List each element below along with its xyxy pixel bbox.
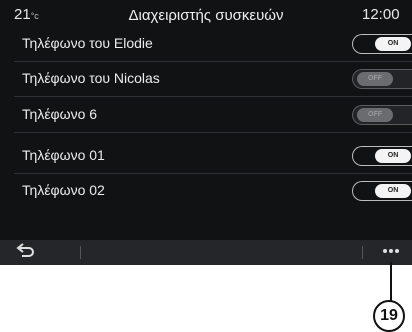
callout-number-badge: 19: [373, 300, 405, 332]
more-dots-icon[interactable]: [380, 246, 402, 256]
device-toggle[interactable]: OFF: [352, 105, 412, 125]
row-divider: [14, 132, 412, 133]
status-bar: 21°c Διαχειριστής συσκευών 12:00: [0, 0, 412, 28]
device-toggle[interactable]: ON: [352, 181, 412, 201]
page-title: Διαχειριστής συσκευών: [128, 7, 284, 24]
toggle-knob: OFF: [357, 108, 393, 122]
device-name: Τηλέφωνο 02: [22, 182, 105, 198]
bottom-bar: [0, 240, 412, 265]
device-row[interactable]: Τηλέφωνο του Elodie ON: [0, 28, 412, 62]
device-toggle[interactable]: ON: [352, 146, 412, 166]
device-name: Τηλέφωνο 01: [22, 147, 105, 163]
device-name: Τηλέφωνο του Elodie: [22, 35, 153, 51]
device-toggle[interactable]: OFF: [352, 69, 412, 89]
toggle-knob: OFF: [357, 72, 393, 86]
back-arrow-icon[interactable]: [14, 243, 36, 261]
device-row[interactable]: Τηλέφωνο 01 ON: [0, 140, 412, 174]
bar-divider: [362, 246, 363, 259]
toggle-knob: ON: [375, 184, 411, 198]
toggle-knob: ON: [375, 37, 411, 51]
device-name: Τηλέφωνο 6: [22, 106, 98, 122]
row-divider: [14, 173, 412, 174]
device-name: Τηλέφωνο του Nicolas: [22, 70, 160, 86]
bar-divider: [80, 246, 81, 259]
clock: 12:00: [362, 6, 400, 23]
device-row[interactable]: Τηλέφωνο 02 ON: [0, 175, 412, 209]
device-row[interactable]: Τηλέφωνο 6 OFF: [0, 99, 412, 133]
row-divider: [14, 61, 412, 62]
device-toggle[interactable]: ON: [352, 34, 412, 54]
device-row[interactable]: Τηλέφωνο του Nicolas OFF: [0, 63, 412, 97]
row-divider: [14, 96, 412, 97]
toggle-knob: ON: [375, 149, 411, 163]
device-manager-screen: 21°c Διαχειριστής συσκευών 12:00 Τηλέφων…: [0, 0, 412, 265]
